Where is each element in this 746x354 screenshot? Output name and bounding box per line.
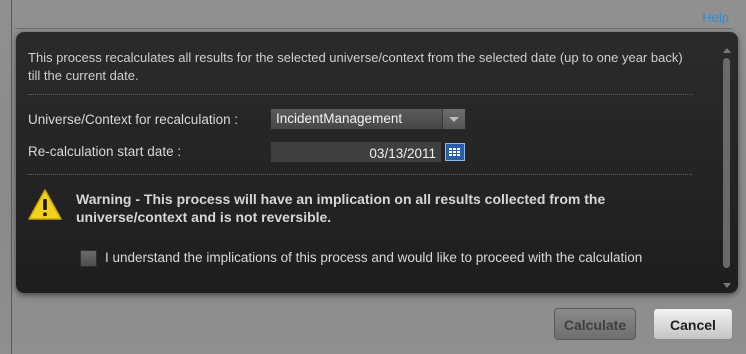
top-divider	[15, 28, 732, 29]
confirm-checkbox[interactable]	[80, 250, 97, 267]
description-text: This process recalculates all results fo…	[28, 50, 683, 83]
confirm-label: I understand the implications of this pr…	[105, 250, 643, 265]
calculate-button[interactable]: Calculate	[554, 308, 636, 340]
cancel-button[interactable]: Cancel	[653, 308, 733, 340]
universe-select[interactable]: IncidentManagement	[270, 108, 466, 130]
dialog-scrollbar[interactable]	[722, 48, 732, 288]
start-date-input[interactable]	[270, 141, 442, 163]
help-link[interactable]: Help	[702, 10, 729, 25]
universe-select-value: IncidentManagement	[276, 111, 403, 126]
scroll-thumb[interactable]	[723, 58, 730, 268]
universe-label: Universe/Context for recalculation :	[28, 112, 239, 127]
left-border	[11, 0, 12, 354]
warning-icon	[28, 189, 62, 220]
dropdown-arrow-icon[interactable]	[442, 109, 465, 129]
recalculation-dialog: This process recalculates all results fo…	[16, 32, 738, 293]
scroll-up-icon[interactable]	[723, 48, 731, 53]
start-date-label: Re-calculation start date :	[28, 144, 182, 159]
warning-text: Warning - This process will have an impl…	[76, 191, 606, 225]
divider	[28, 94, 692, 95]
calendar-icon[interactable]	[445, 143, 465, 161]
scroll-down-icon[interactable]	[723, 283, 731, 288]
divider	[28, 174, 692, 175]
